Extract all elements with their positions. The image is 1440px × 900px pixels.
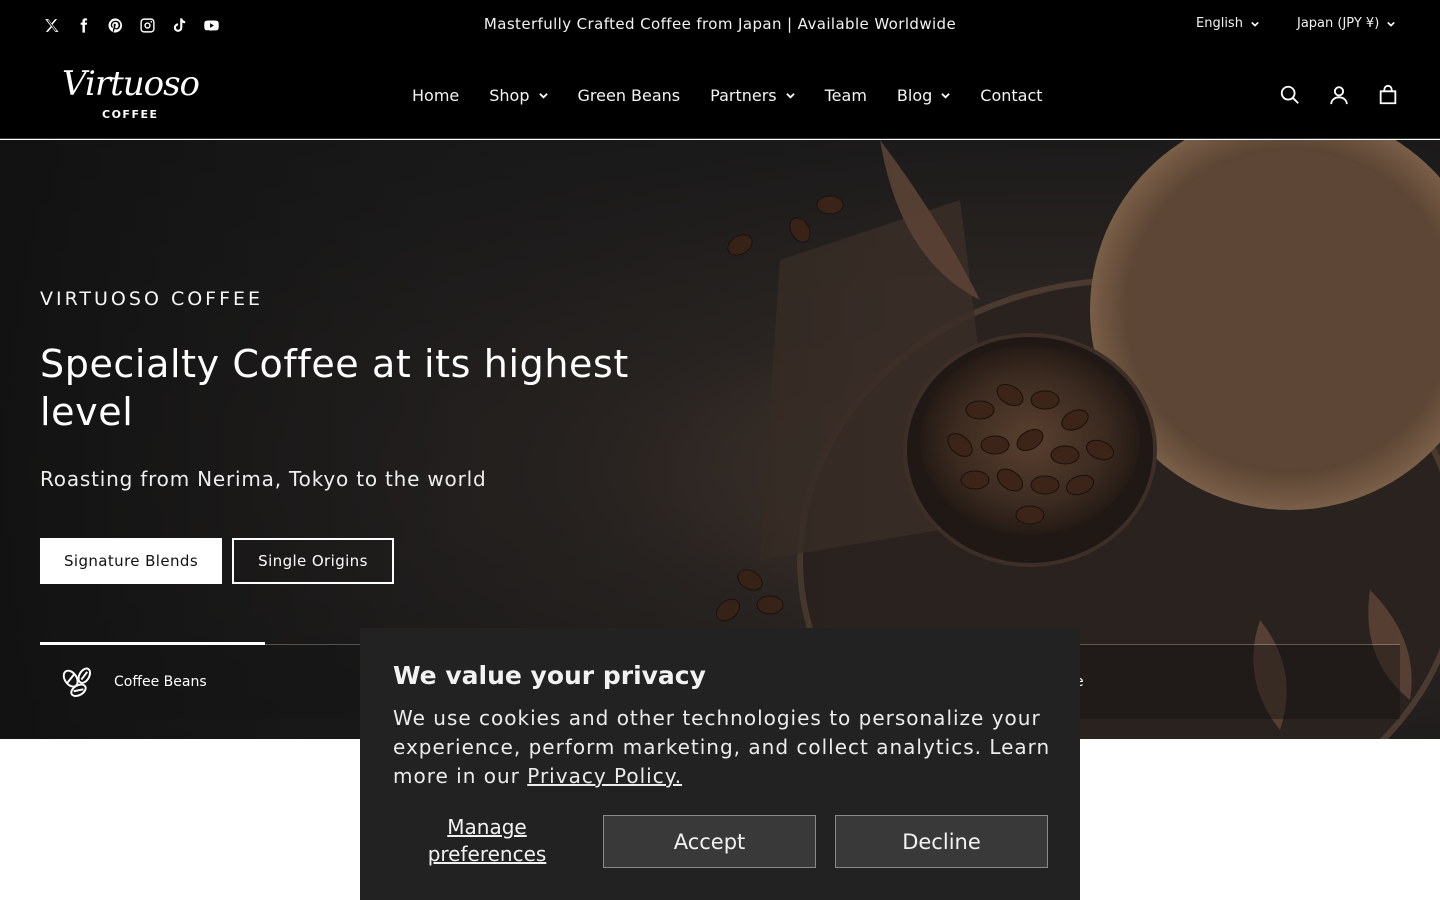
tab-label: Coffee Beans [114,674,207,690]
logo-script: Virtuoso [62,64,200,104]
youtube-icon[interactable] [202,14,220,36]
header-actions [1279,84,1399,106]
cookie-body: We use cookies and other technologies to… [393,706,1051,788]
search-icon[interactable] [1279,84,1301,106]
nav-home[interactable]: Home [412,86,459,105]
logo-subtitle: COFFEE [102,108,159,121]
accept-button[interactable]: Accept [603,815,816,868]
tab-active-indicator [40,642,265,645]
cookie-banner: We value your privacy We use cookies and… [360,628,1080,900]
nav-label: Shop [489,86,530,105]
main-nav: Home Shop Green Beans Partners Team Blog… [412,86,1073,105]
hero-title: Specialty Coffee at its highest level [40,342,629,434]
hero-subtitle: Roasting from Nerima, Tokyo to the world [40,467,487,491]
manage-preferences-link[interactable]: Manage preferences [412,814,562,868]
site-header: Virtuoso COFFEE Home Shop Green Beans Pa… [0,50,1440,139]
chevron-down-icon [941,93,951,99]
hero-eyebrow: VIRTUOSO COFFEE [40,288,264,310]
pinterest-icon[interactable] [106,14,124,36]
social-links [42,14,220,36]
instagram-icon[interactable] [138,14,156,36]
cart-icon[interactable] [1377,84,1399,106]
x-icon[interactable] [42,14,60,36]
nav-label: Contact [980,86,1043,105]
tiktok-icon[interactable] [170,14,188,36]
account-icon[interactable] [1328,84,1350,106]
cookie-title: We value your privacy [393,661,706,690]
nav-label: Partners [710,86,777,105]
nav-team[interactable]: Team [825,86,867,105]
nav-shop[interactable]: Shop [489,86,548,105]
privacy-policy-link[interactable]: Privacy Policy. [527,764,682,788]
signature-blends-button[interactable]: Signature Blends [40,538,222,584]
chevron-down-icon [1251,21,1259,27]
currency-selector[interactable]: Japan (JPY ¥) [1297,16,1396,31]
nav-blog[interactable]: Blog [896,86,951,105]
currency-label: Japan (JPY ¥) [1297,16,1380,31]
announcement-bar: Masterfully Crafted Coffee from Japan | … [0,0,1440,50]
single-origins-button[interactable]: Single Origins [232,538,394,584]
nav-label: Team [824,86,867,105]
nav-green-beans[interactable]: Green Beans [578,86,681,105]
cookie-text: We use cookies and other technologies to… [393,704,1053,791]
nav-contact[interactable]: Contact [980,86,1042,105]
nav-label: Green Beans [577,86,681,105]
decline-button[interactable]: Decline [835,815,1048,868]
nav-partners[interactable]: Partners [710,86,795,105]
facebook-icon[interactable] [74,14,92,36]
chevron-down-icon [785,93,795,99]
site-logo[interactable]: Virtuoso COFFEE [62,62,202,126]
nav-label: Home [412,86,460,105]
chevron-down-icon [538,93,548,99]
language-selector[interactable]: English [1196,16,1259,31]
language-label: English [1196,16,1243,31]
nav-label: Blog [896,86,933,105]
coffee-beans-icon [62,667,92,697]
tab-coffee-beans[interactable]: Coffee Beans [60,645,207,719]
chevron-down-icon [1387,21,1396,27]
